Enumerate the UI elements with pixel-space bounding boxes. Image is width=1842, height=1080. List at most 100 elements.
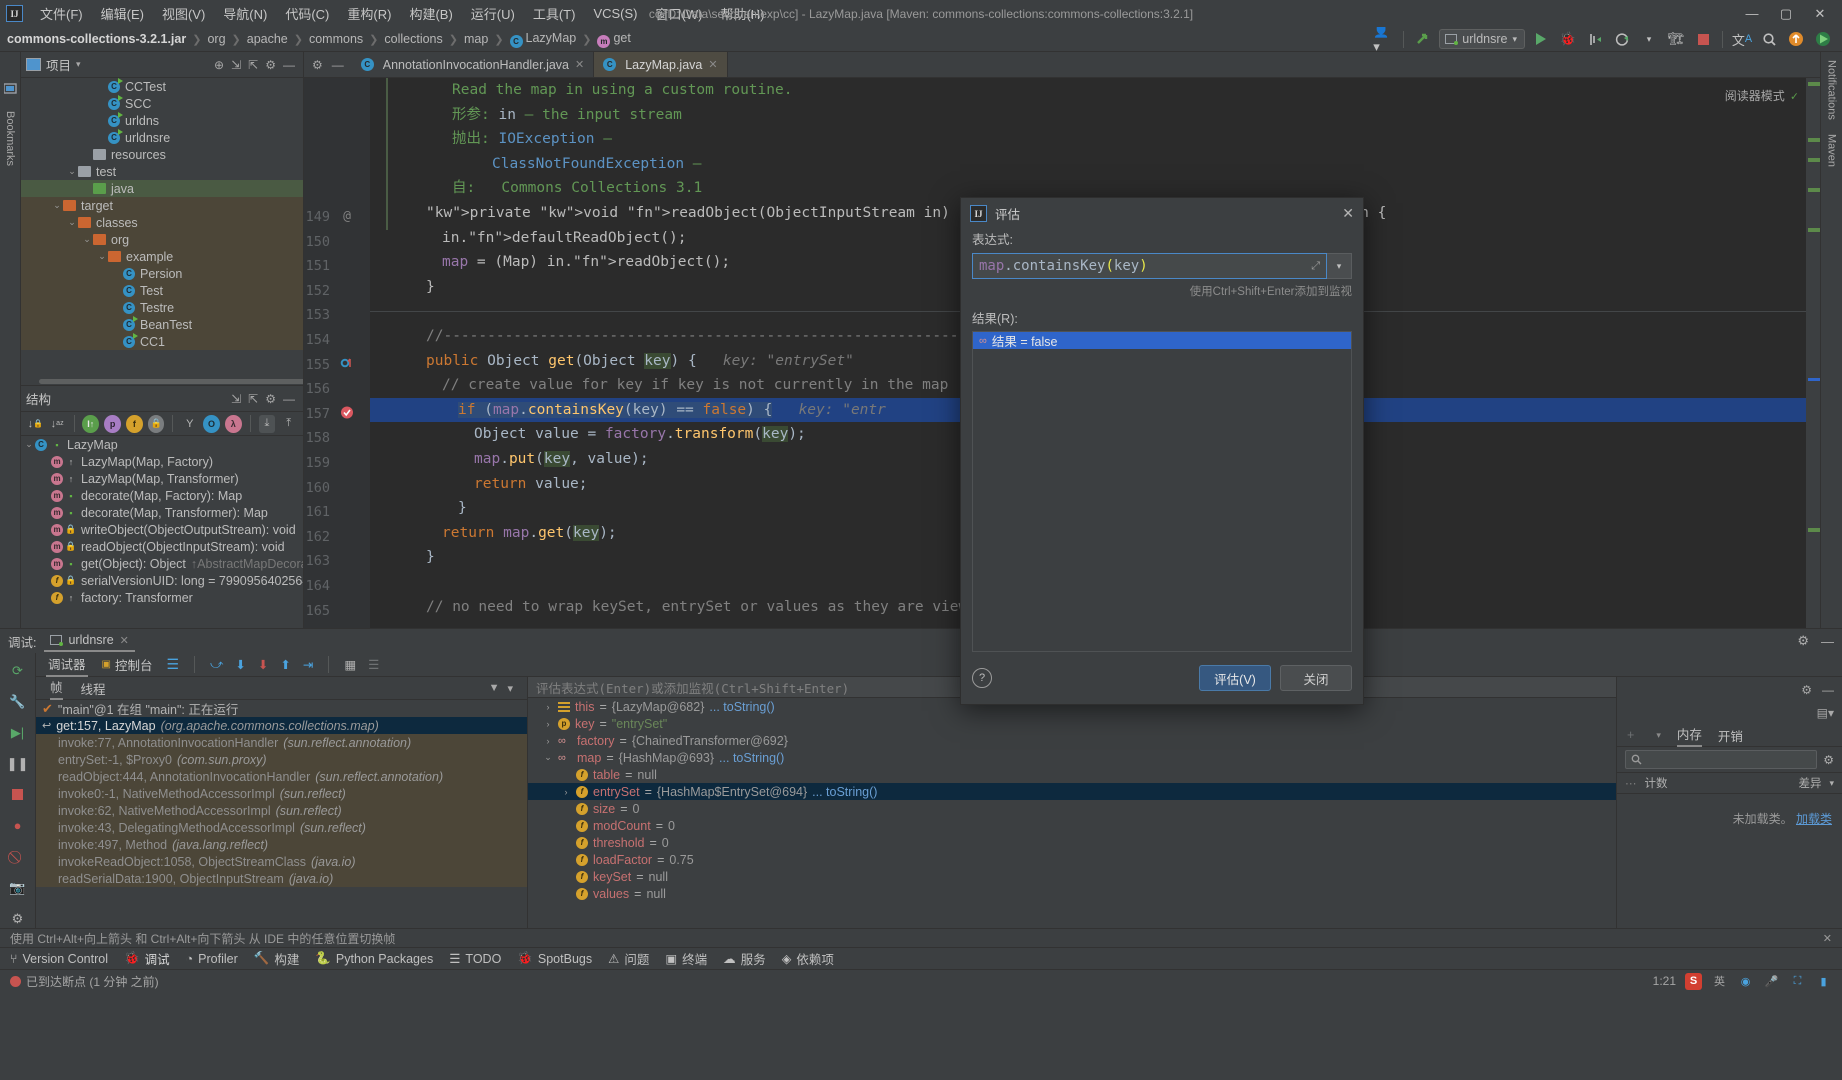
structure-tree-item[interactable]: m 🔒 writeObject(ObjectOutputStream): void (21, 521, 303, 538)
expression-input[interactable]: map.containsKey(key) ⤢ (972, 253, 1327, 279)
project-tree-item[interactable]: C CCTest (21, 78, 303, 95)
sort-alphabetically-icon[interactable]: ↓ az (49, 415, 66, 433)
evaluate-button[interactable]: 评估(V) (1199, 665, 1271, 691)
breakpoint-gutter-icon[interactable] (338, 403, 356, 428)
show-non-public-icon[interactable]: 🔒 (147, 414, 165, 433)
editor-markers-strip[interactable] (1806, 78, 1820, 628)
expand-all-icon[interactable]: ⇲ (231, 58, 241, 72)
lang-icon[interactable]: 英 (1711, 973, 1728, 990)
frame-row[interactable]: invoke:43, DelegatingMethodAccessorImpl (… (36, 819, 527, 836)
debug-session-tab[interactable]: urldnsre ✕ (44, 630, 135, 652)
close-icon[interactable]: ✕ (120, 634, 129, 647)
settings-gear-icon[interactable]: ⚙ (1797, 633, 1809, 649)
frame-row[interactable]: ↩ get:157, LazyMap (org.apache.commons.col… (36, 717, 527, 734)
structure-tree-item[interactable]: ⌄ C ▪ LazyMap (21, 436, 303, 453)
help-icon[interactable]: ? (972, 668, 992, 688)
caret-position[interactable]: 1:21 (1653, 974, 1676, 988)
build-icon[interactable]: 🏗 (1665, 29, 1687, 49)
variable-row[interactable]: f modCount = 0 (528, 817, 1616, 834)
close-icon[interactable]: ✕ (1823, 932, 1832, 945)
frame-row[interactable]: invoke:62, NativeMethodAccessorImpl (sun.… (36, 802, 527, 819)
evaluate-expression-icon[interactable]: ▦ (344, 657, 356, 672)
expand-arrow-icon[interactable]: › (543, 736, 553, 746)
expand-all-icon[interactable]: ⤓ (258, 414, 276, 433)
show-execution-point-icon[interactable]: ☰ (166, 656, 179, 673)
tab-overhead[interactable]: 开销 (1718, 726, 1743, 745)
breadcrumb-jar[interactable]: commons-collections-3.2.1.jar (4, 31, 189, 47)
menu-tools[interactable]: 工具(T) (524, 1, 585, 26)
menu-code[interactable]: 代码(C) (276, 1, 338, 26)
menu-refactor[interactable]: 重构(R) (338, 1, 400, 26)
breadcrumb-map[interactable]: map (461, 31, 491, 47)
bottom-tool-services[interactable]: ☁ 服务 (723, 949, 766, 968)
frame-row[interactable]: readSerialData:1900, ObjectInputStream (j… (36, 870, 527, 887)
locate-icon[interactable]: ⊕ (214, 58, 224, 72)
memory-icon[interactable]: ◉ (1737, 973, 1754, 990)
bottom-tool-spotbugs[interactable]: 🐞 SpotBugs (517, 951, 592, 966)
structure-tree-item[interactable]: m ▪ get(Object): Object ↑AbstractMapDecorat… (21, 555, 303, 572)
menu-help[interactable]: 帮助(H) (711, 1, 773, 26)
project-tree-item[interactable]: C Test (21, 282, 303, 299)
structure-tree-item[interactable]: m 🔒 readObject(ObjectInputStream): void (21, 538, 303, 555)
structure-tree-item[interactable]: m ▪ decorate(Map, Transformer): Map (21, 504, 303, 521)
profiler-icon[interactable] (1611, 29, 1633, 49)
layout-icon[interactable]: ▤▾ (1817, 706, 1834, 720)
close-icon[interactable]: ✕ (1342, 205, 1354, 222)
hide-panel-icon[interactable]: — (283, 58, 295, 72)
breadcrumb-apache[interactable]: apache (244, 31, 291, 47)
settings-gear-icon[interactable]: ⚙ (8, 909, 28, 928)
thread-row[interactable]: ✔ "main"@1 在组 "main": 正在运行 (36, 700, 527, 718)
filter-icon[interactable]: ▼ (489, 682, 500, 695)
tab-debugger[interactable]: 调试器 (46, 652, 88, 677)
project-tree-item[interactable]: java (21, 180, 303, 197)
bottom-tool-problems[interactable]: ⚠ 问题 (608, 949, 649, 968)
project-tree-item[interactable]: ⌄ example (21, 248, 303, 265)
breadcrumb-commons[interactable]: commons (306, 31, 366, 47)
menu-view[interactable]: 视图(V) (153, 1, 214, 26)
project-tool-icon[interactable] (2, 80, 19, 97)
project-tree-item[interactable]: Curldnsre (21, 128, 303, 146)
variable-tostring-link[interactable]: ... toString() (719, 751, 784, 765)
pause-icon[interactable]: ❚❚ (7, 754, 29, 773)
variable-row[interactable]: › ∞ factory = {ChainedTransformer@692} (528, 732, 1616, 749)
add-watch-icon[interactable]: + (1627, 728, 1634, 742)
menu-navigate[interactable]: 导航(N) (214, 1, 276, 26)
force-step-into-icon[interactable]: ⬇ (258, 657, 268, 672)
project-tree-item[interactable]: C CC1 (21, 332, 303, 350)
frame-row[interactable]: readObject:444, AnnotationInvocationHand… (36, 768, 527, 785)
bottom-tool-debug[interactable]: 🐞 调试 (124, 949, 170, 968)
run-configuration-selector[interactable]: urldnsre ▾ (1439, 29, 1525, 49)
show-inherited-icon[interactable]: I↑ (82, 414, 100, 433)
expand-arrow-icon[interactable]: ⌄ (66, 217, 78, 228)
project-tree-item[interactable]: C Persion (21, 265, 303, 282)
show-interfaces-icon[interactable]: O (203, 414, 220, 433)
coverage-icon[interactable] (1584, 29, 1606, 49)
variable-row[interactable]: › p key = "entrySet" (528, 715, 1616, 732)
project-tree-item[interactable]: Curldns (21, 111, 303, 129)
structure-tree-item[interactable]: m ↑ LazyMap(Map, Transformer) (21, 470, 303, 487)
variable-row[interactable]: f threshold = 0 (528, 834, 1616, 851)
hide-panel-icon[interactable]: — (1822, 683, 1834, 697)
expand-arrow-icon[interactable]: ⌄ (96, 251, 108, 262)
code-line[interactable]: ClassNotFoundException – (370, 152, 1820, 177)
variable-row[interactable]: f values = null (528, 885, 1616, 902)
expand-arrow-icon[interactable]: ⌄ (66, 166, 78, 177)
editor-tab-lazymap[interactable]: C LazyMap.java ✕ (594, 52, 728, 77)
project-tree-item[interactable]: resources (21, 146, 303, 163)
frame-row[interactable]: entrySet:-1, $Proxy0 (com.sun.proxy) (36, 751, 527, 768)
show-properties-icon[interactable]: p (104, 414, 121, 433)
variables-list[interactable]: › this = {LazyMap@682} ... toString() › p key = "… (528, 698, 1616, 928)
tab-frames[interactable]: 帧 (50, 677, 63, 700)
tab-memory[interactable]: 内存 (1676, 724, 1702, 747)
right-tool-notifications[interactable]: Notifications (1826, 60, 1838, 120)
settings-gear-icon[interactable]: ⚙ (265, 392, 276, 406)
expand-icon[interactable]: ⤢ (1311, 259, 1320, 273)
step-out-icon[interactable]: ⬆ (280, 657, 290, 672)
editor-tab-annotationinvocationhandler[interactable]: C AnnotationInvocationHandler.java ✕ (352, 52, 595, 77)
run-icon[interactable] (1530, 29, 1552, 49)
rerun-icon[interactable]: ⟳ (8, 661, 28, 680)
translate-icon[interactable]: 文A (1731, 29, 1753, 49)
stop-icon[interactable] (8, 785, 28, 804)
close-icon[interactable]: ✕ (708, 58, 717, 71)
tab-console[interactable]: ▣ 控制台 (100, 653, 155, 676)
